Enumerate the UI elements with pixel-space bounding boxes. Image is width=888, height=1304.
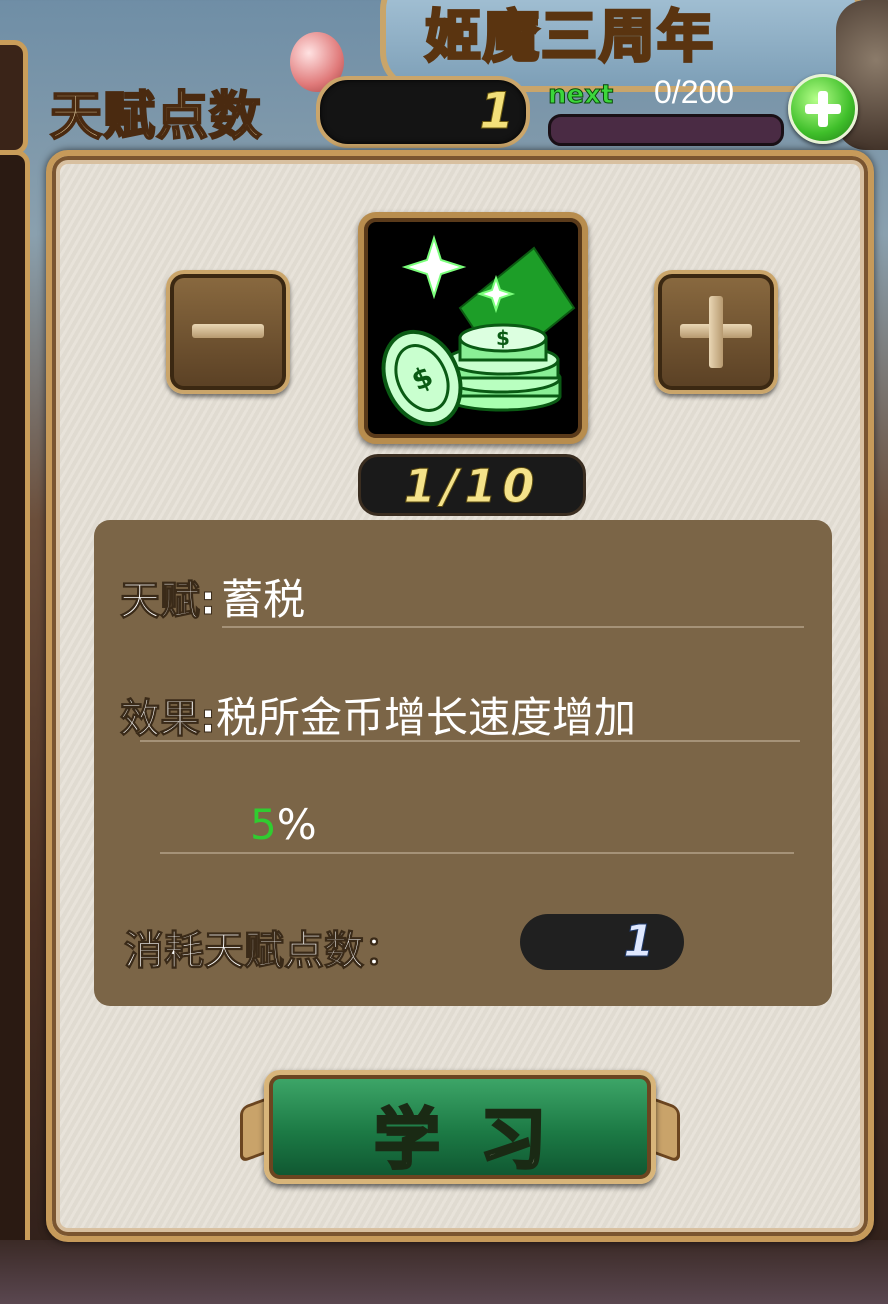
talent-row: 天赋: 蓄税: [120, 566, 306, 627]
talent-name: 蓄税: [221, 575, 306, 624]
decrease-level-button[interactable]: [166, 270, 290, 394]
talent-points-box: 1: [316, 76, 530, 148]
coins-sparkle-icon: $ $: [358, 212, 588, 444]
level-text: 1/10: [403, 459, 541, 514]
cost-value: 1: [623, 916, 655, 968]
learn-button-label: 学习: [373, 1100, 586, 1180]
effect-row: 效果:税所金币增长速度增加: [120, 684, 637, 745]
effect-text: 税所金币增长速度增加: [216, 693, 637, 742]
divider: [222, 626, 804, 628]
cost-box: 1: [520, 914, 684, 970]
effect-value: 5: [250, 800, 277, 849]
talent-points-value: 1: [479, 82, 515, 141]
talent-points-label: 天赋点数: [49, 86, 263, 148]
left-side-panel: [0, 150, 30, 1260]
background-bottom: [0, 1240, 888, 1304]
plus-icon: [709, 296, 723, 368]
event-title: 姬魔三周年: [424, 3, 715, 72]
minus-icon: [192, 324, 264, 338]
left-side-panel-top: [0, 40, 28, 155]
increase-level-button[interactable]: [654, 270, 778, 394]
learn-button[interactable]: 学习: [240, 1064, 680, 1190]
add-talent-points-button[interactable]: [788, 74, 858, 144]
cost-row: 消耗天赋点数：: [124, 918, 405, 976]
effect-value-row: 5%: [250, 800, 317, 849]
effect-unit: %: [276, 800, 317, 849]
next-progress-bar: [548, 114, 784, 146]
svg-text:$: $: [496, 326, 510, 350]
next-progress-text: 0/200: [654, 74, 735, 110]
level-indicator: 1/10: [358, 454, 586, 516]
next-label: next: [547, 80, 614, 111]
divider: [140, 740, 800, 742]
cost-label: 消耗天赋点数：: [124, 928, 405, 975]
effect-label: 效果:: [120, 696, 217, 743]
divider: [160, 852, 794, 854]
talent-label: 天赋:: [120, 578, 217, 625]
